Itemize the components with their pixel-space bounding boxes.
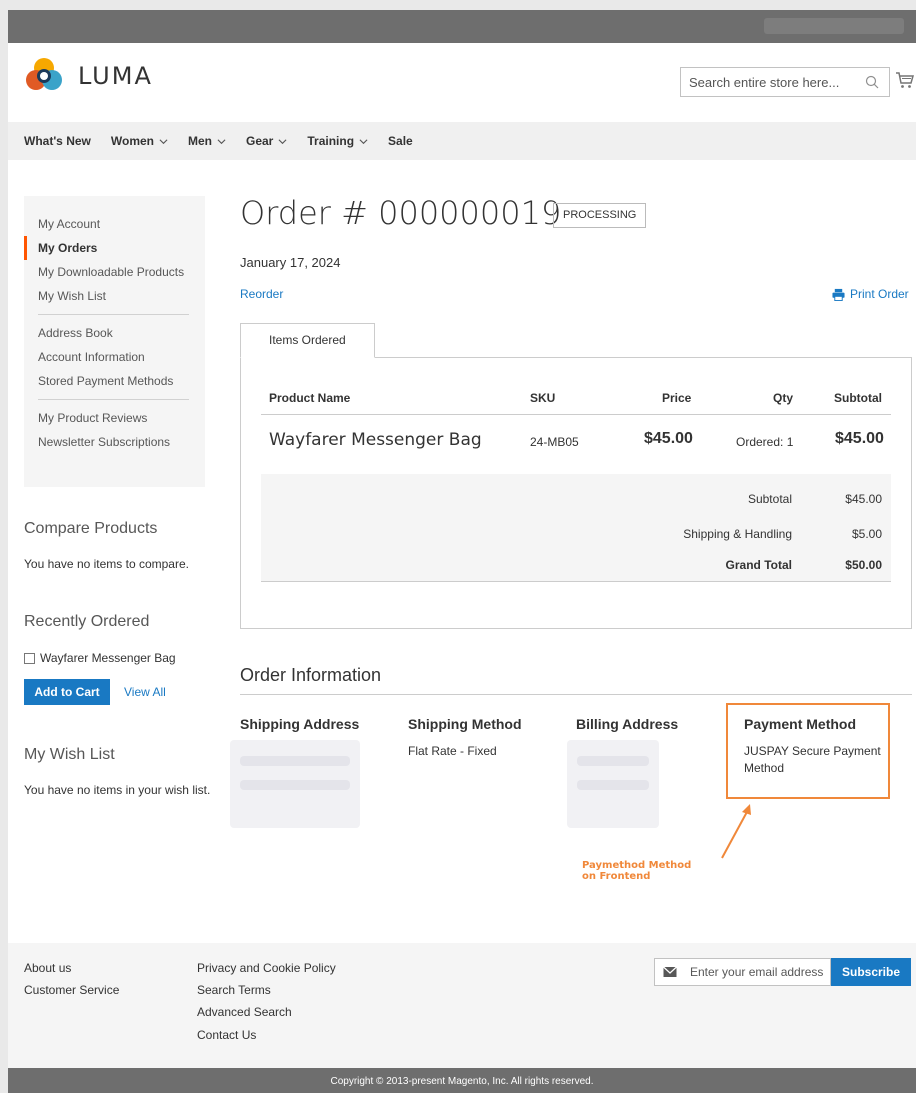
page-title: Order # 000000019 [240,194,562,232]
print-order-label: Print Order [850,287,909,301]
shipping-address-title: Shipping Address [240,716,360,732]
nav-item-men[interactable]: Men [188,134,226,148]
blurred-header-links [764,18,904,34]
nav-label: Sale [388,134,413,148]
shipping-address-redacted [230,740,360,828]
footer-link-customer-service[interactable]: Customer Service [24,983,119,997]
nav-label: Women [110,134,154,148]
sidebar-item-my-account[interactable]: My Account [24,212,205,236]
sidebar-item-newsletter-subscriptions[interactable]: Newsletter Subscriptions [24,430,205,454]
nav-label: Men [188,134,212,148]
search-icon[interactable] [864,74,880,90]
sidebar-item-address-book[interactable]: Address Book [24,321,205,345]
footer-link-contact-us[interactable]: Contact Us [197,1028,256,1042]
sidebar-item-my-orders[interactable]: My Orders [24,236,205,260]
recently-ordered-item-name[interactable]: Wayfarer Messenger Bag [40,651,176,665]
account-sidebar: My Account My Orders My Downloadable Pro… [24,196,205,487]
item-product-name: Wayfarer Messenger Bag [269,430,482,450]
nav-label: Training [307,134,355,148]
grand-total-label: Grand Total [725,558,792,572]
wish-list-empty-text: You have no items in your wish list. [24,783,211,797]
luma-logo-icon [26,58,62,90]
nav-label: Gear [246,134,274,148]
compare-products-title: Compare Products [24,520,158,537]
billing-address-title: Billing Address [576,716,679,732]
envelope-icon [663,966,677,977]
page: LUMA What's New Women Men Gear Training … [8,10,916,1093]
add-to-cart-button[interactable]: Add to Cart [24,679,110,705]
wish-list-title: My Wish List [24,746,115,763]
newsletter-placeholder: Enter your email address [690,965,824,979]
search-input[interactable] [681,68,861,96]
nav-item-whats-new[interactable]: What's New [24,134,91,148]
nav-item-gear[interactable]: Gear [246,134,287,148]
footer-link-search-terms[interactable]: Search Terms [197,983,271,997]
divider [38,399,189,400]
search-box[interactable] [680,67,890,97]
order-date: January 17, 2024 [240,255,341,270]
chevron-down-icon [159,138,168,144]
sidebar-item-wish-list[interactable]: My Wish List [24,284,205,308]
order-information-divider [240,694,912,695]
column-header-price: Price [662,391,692,405]
nav-item-training[interactable]: Training [307,134,368,148]
column-header-qty: Qty [773,391,794,405]
chevron-down-icon [359,138,368,144]
divider [38,314,189,315]
item-qty: Ordered: 1 [736,435,794,449]
column-header-subtotal: Subtotal [834,391,882,405]
nav-item-women[interactable]: Women [111,134,168,148]
top-bar [8,10,916,43]
item-sku: 24-MB05 [530,435,579,449]
chevron-down-icon [217,138,226,144]
nav-label: What's New [24,134,91,148]
shipping-handling-label: Shipping & Handling [683,527,792,541]
recently-ordered-item: Wayfarer Messenger Bag [24,651,176,665]
compare-products-empty-text: You have no items to compare. [24,557,189,571]
table-header-divider [261,414,891,415]
footer-link-advanced-search[interactable]: Advanced Search [197,1005,292,1019]
annotation-arrow-icon [721,804,751,859]
annotation-line-2: on Frontend [582,871,651,882]
sidebar-item-downloadable-products[interactable]: My Downloadable Products [24,260,205,284]
footer-link-about-us[interactable]: About us [24,961,71,975]
subtotal-value: $45.00 [845,492,882,506]
sidebar-item-account-information[interactable]: Account Information [24,345,205,369]
nav-item-sale[interactable]: Sale [388,134,413,148]
luma-logo[interactable]: LUMA [24,56,153,96]
grand-total-value: $50.00 [845,558,882,572]
shipping-method-title: Shipping Method [408,716,522,732]
shipping-method-value: Flat Rate - Fixed [408,744,497,758]
annotation-line-1: Paymethod Method [582,860,692,871]
newsletter-email-field[interactable]: Enter your email address [654,958,831,986]
recently-ordered-title: Recently Ordered [24,613,150,630]
main-navigation: What's New Women Men Gear Training Sale [8,122,916,160]
order-information-title: Order Information [240,665,382,685]
status-badge: PROCESSING [553,203,647,228]
footer-link-privacy-policy[interactable]: Privacy and Cookie Policy [197,961,336,975]
subtotal-label: Subtotal [747,492,792,506]
reorder-link[interactable]: Reorder [240,287,283,301]
billing-address-redacted [567,740,659,828]
item-price: $45.00 [644,430,693,447]
chevron-down-icon [278,138,287,144]
copyright-bar: Copyright © 2013-present Magento, Inc. A… [8,1068,916,1093]
logo-text: LUMA [78,62,153,90]
view-all-link[interactable]: View All [124,685,166,699]
tab-items-ordered[interactable]: Items Ordered [240,323,375,358]
sidebar-item-product-reviews[interactable]: My Product Reviews [24,406,205,430]
printer-icon [832,288,845,301]
column-header-sku: SKU [530,391,556,405]
sidebar-item-stored-payment-methods[interactable]: Stored Payment Methods [24,369,205,393]
recently-ordered-checkbox[interactable] [24,652,35,664]
shipping-handling-value: $5.00 [851,527,882,541]
cart-icon[interactable] [895,70,915,90]
subscribe-button[interactable]: Subscribe [831,958,911,986]
print-order-link[interactable]: Print Order [832,287,909,301]
item-subtotal: $45.00 [835,430,884,447]
annotation-label: Paymethod Method on Frontend [582,860,691,882]
column-header-product-name: Product Name [269,391,351,405]
payment-method-highlight [726,703,890,799]
order-totals [261,474,891,582]
